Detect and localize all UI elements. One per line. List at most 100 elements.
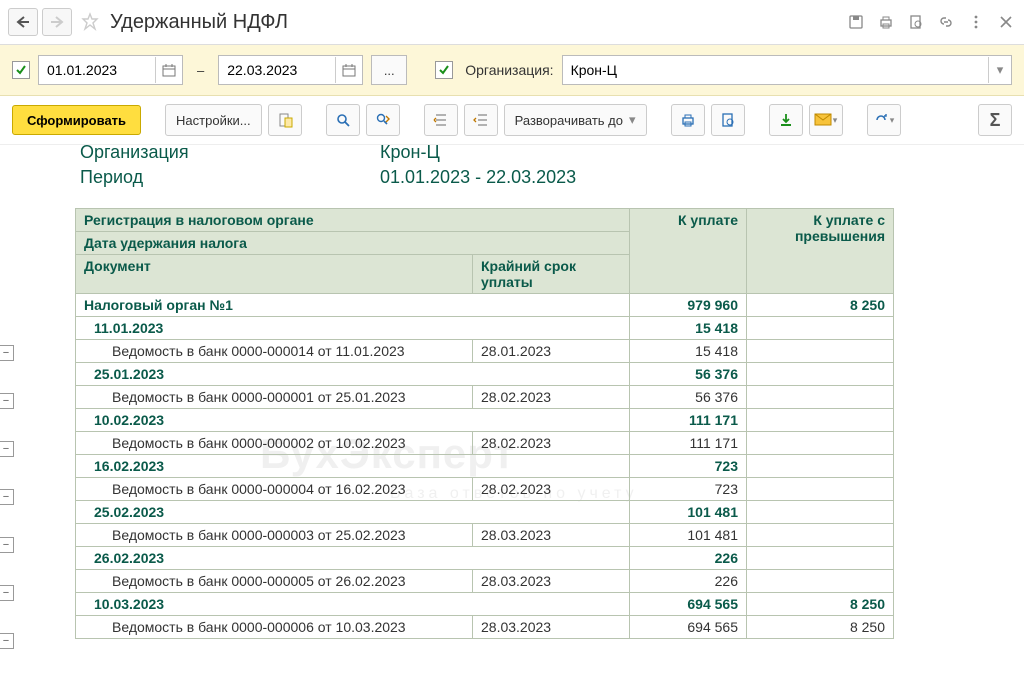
collapse-toggle[interactable]: − xyxy=(0,537,14,553)
cell-pay-exc: 8 250 xyxy=(747,616,894,639)
org-input[interactable] xyxy=(563,62,988,78)
settings-label: Настройки... xyxy=(176,113,251,128)
date-to-input[interactable] xyxy=(219,57,335,83)
cell-pay-exc xyxy=(747,432,894,455)
cell-pay: 56 376 xyxy=(630,363,747,386)
generate-button[interactable]: Сформировать xyxy=(12,105,141,135)
date-group: 26.02.2023 xyxy=(76,547,630,570)
nav-back-button[interactable] xyxy=(8,8,38,36)
cell-deadline: 28.03.2023 xyxy=(473,524,630,547)
link-icon[interactable] xyxy=(936,12,956,32)
paste-settings-button[interactable] xyxy=(268,104,302,136)
cell-pay: 694 565 xyxy=(630,616,747,639)
save-file-button[interactable] xyxy=(769,104,803,136)
close-icon[interactable] xyxy=(996,12,1016,32)
find-next-button[interactable] xyxy=(366,104,400,136)
report-period-label: Период xyxy=(20,167,380,188)
period-select-button[interactable]: ... xyxy=(371,55,407,85)
save-icon[interactable] xyxy=(846,12,866,32)
date-group: 11.01.2023 xyxy=(76,317,630,340)
cell-deadline: 28.03.2023 xyxy=(473,616,630,639)
cell-pay-exc xyxy=(747,501,894,524)
collapse-toggle[interactable]: − xyxy=(0,345,14,361)
date-from-field[interactable] xyxy=(38,55,183,85)
cell-doc: Ведомость в банк 0000-000006 от 10.03.20… xyxy=(76,616,473,639)
collapse-toggle[interactable]: − xyxy=(0,489,14,505)
cell-doc: Ведомость в банк 0000-000001 от 25.01.20… xyxy=(76,386,473,409)
cell-pay: 15 418 xyxy=(630,317,747,340)
date-dash: – xyxy=(191,63,210,78)
collapse-toggle[interactable]: − xyxy=(0,633,14,649)
email-button[interactable]: ▾ xyxy=(809,104,843,136)
th-pay: К уплате xyxy=(630,209,747,294)
more-icon[interactable] xyxy=(966,12,986,32)
dropdown-icon[interactable]: ▾ xyxy=(988,57,1011,83)
cell-pay-exc xyxy=(747,524,894,547)
cell-pay: 226 xyxy=(630,570,747,593)
cell-pay: 15 418 xyxy=(630,340,747,363)
cell-pay: 723 xyxy=(630,478,747,501)
settings-button[interactable]: Настройки... xyxy=(165,104,262,136)
group-pay-exc: 8 250 xyxy=(747,294,894,317)
date-to-field[interactable] xyxy=(218,55,363,85)
cell-pay: 101 481 xyxy=(630,524,747,547)
collapse-toggle[interactable]: − xyxy=(0,585,14,601)
date-group: 10.02.2023 xyxy=(76,409,630,432)
cell-pay: 723 xyxy=(630,455,747,478)
variants-button[interactable]: ▾ xyxy=(867,104,901,136)
report-area: БухЭксперт База ответов по учету Организ… xyxy=(0,140,1024,674)
report-period-value: 01.01.2023 - 22.03.2023 xyxy=(380,167,576,188)
print-icon[interactable] xyxy=(876,12,896,32)
th-doc: Документ xyxy=(76,255,473,294)
star-icon[interactable] xyxy=(80,12,100,32)
cell-pay-exc xyxy=(747,340,894,363)
nav-forward-button[interactable] xyxy=(42,8,72,36)
calendar-icon[interactable] xyxy=(155,57,182,83)
report-org-label: Организация xyxy=(20,142,380,163)
print-preview-button[interactable] xyxy=(711,104,745,136)
expand-all-button[interactable] xyxy=(464,104,498,136)
th-pay-exc: К уплате с превышения xyxy=(747,209,894,294)
print-button[interactable] xyxy=(671,104,705,136)
cell-pay-exc xyxy=(747,547,894,570)
cell-deadline: 28.03.2023 xyxy=(473,570,630,593)
org-field[interactable]: ▾ xyxy=(562,55,1012,85)
cell-pay: 56 376 xyxy=(630,386,747,409)
cell-pay-exc xyxy=(747,317,894,340)
cell-pay-exc xyxy=(747,363,894,386)
cell-deadline: 28.02.2023 xyxy=(473,478,630,501)
cell-pay-exc: 8 250 xyxy=(747,593,894,616)
collapse-toggle[interactable]: − xyxy=(0,441,14,457)
date-group: 16.02.2023 xyxy=(76,455,630,478)
collapse-toggle[interactable]: − xyxy=(0,393,14,409)
date-group: 25.01.2023 xyxy=(76,363,630,386)
cell-deadline: 28.01.2023 xyxy=(473,340,630,363)
chevron-down-icon: ▾ xyxy=(629,112,636,128)
group-name: Налоговый орган №1 xyxy=(76,294,630,317)
date-from-input[interactable] xyxy=(39,57,155,83)
cell-doc: Ведомость в банк 0000-000002 от 10.02.20… xyxy=(76,432,473,455)
cell-pay-exc xyxy=(747,409,894,432)
calendar-icon[interactable] xyxy=(335,57,362,83)
date-filter-checkbox[interactable] xyxy=(12,61,30,79)
expand-to-label: Разворачивать до xyxy=(515,113,623,128)
org-filter-checkbox[interactable] xyxy=(435,61,453,79)
date-group: 25.02.2023 xyxy=(76,501,630,524)
preview-icon[interactable] xyxy=(906,12,926,32)
cell-doc: Ведомость в банк 0000-000014 от 11.01.20… xyxy=(76,340,473,363)
find-button[interactable] xyxy=(326,104,360,136)
cell-pay-exc xyxy=(747,455,894,478)
page-title: Удержанный НДФЛ xyxy=(110,11,846,34)
th-reg: Регистрация в налоговом органе xyxy=(76,209,630,232)
cell-pay: 226 xyxy=(630,547,747,570)
cell-doc: Ведомость в банк 0000-000005 от 26.02.20… xyxy=(76,570,473,593)
collapse-all-button[interactable] xyxy=(424,104,458,136)
cell-pay: 101 481 xyxy=(630,501,747,524)
cell-pay: 111 171 xyxy=(630,409,747,432)
report-org-value: Крон-Ц xyxy=(380,142,440,163)
sum-button[interactable]: Σ xyxy=(978,104,1012,136)
cell-deadline: 28.02.2023 xyxy=(473,386,630,409)
expand-to-button[interactable]: Разворачивать до ▾ xyxy=(504,104,647,136)
th-date: Дата удержания налога xyxy=(76,232,630,255)
cell-pay: 111 171 xyxy=(630,432,747,455)
